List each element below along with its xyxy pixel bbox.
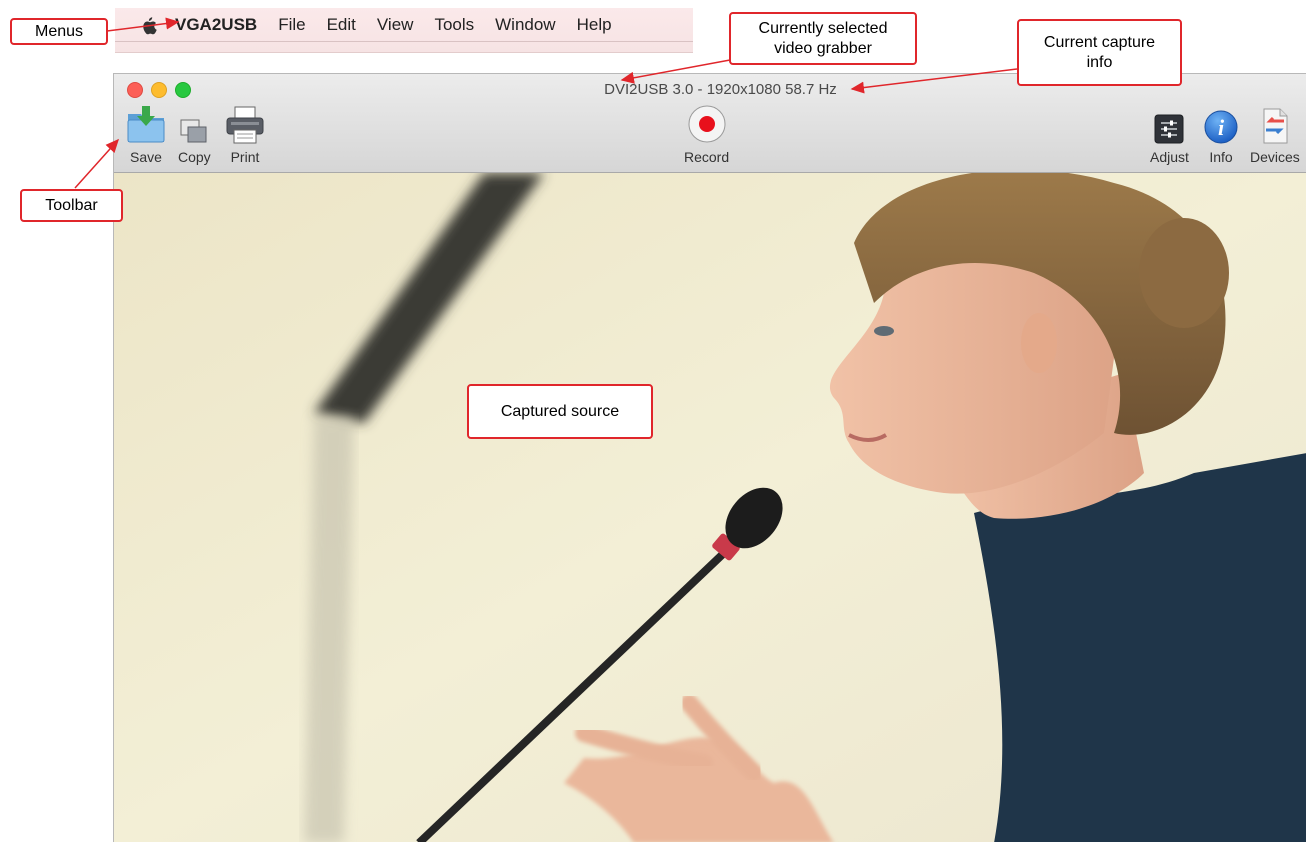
capture-window: DVI2USB 3.0 - 1920x1080 58.7 Hz Save Cop… xyxy=(113,73,1306,842)
callout-toolbar: Toolbar xyxy=(20,189,123,222)
svg-text:i: i xyxy=(1218,115,1225,140)
menu-bar: VGA2USB File Edit View Tools Window Help xyxy=(115,8,693,53)
menu-help[interactable]: Help xyxy=(577,15,612,35)
callout-capture-info-line2: info xyxy=(1086,53,1113,71)
copy-button[interactable]: Copy xyxy=(178,104,211,165)
copy-label: Copy xyxy=(178,149,211,165)
menu-bar-row: VGA2USB File Edit View Tools Window Help xyxy=(115,12,633,38)
callout-captured-source-text: Captured source xyxy=(500,402,620,420)
title-bar: DVI2USB 3.0 - 1920x1080 58.7 Hz Save Cop… xyxy=(114,74,1306,173)
callout-selected-grabber: Currently selected video grabber xyxy=(729,12,917,65)
callout-capture-info-line1: Current capture xyxy=(1043,33,1156,51)
adjust-label: Adjust xyxy=(1150,149,1189,165)
save-button[interactable]: Save xyxy=(126,104,166,165)
info-icon: i xyxy=(1204,104,1238,144)
copy-icon xyxy=(179,104,209,144)
info-button[interactable]: i Info xyxy=(1204,104,1238,165)
menu-app-vga2usb[interactable]: VGA2USB xyxy=(175,15,257,35)
devices-label: Devices xyxy=(1250,149,1300,165)
devices-icon xyxy=(1260,104,1290,144)
callout-toolbar-text: Toolbar xyxy=(45,196,98,214)
record-icon xyxy=(687,104,727,144)
apple-logo-icon[interactable] xyxy=(139,16,159,35)
info-label: Info xyxy=(1209,149,1233,165)
sliders-icon xyxy=(1154,104,1184,144)
menu-file[interactable]: File xyxy=(278,15,305,35)
captured-video-frame xyxy=(114,173,1306,842)
print-label: Print xyxy=(230,149,260,165)
callout-menus: Menus xyxy=(10,18,108,45)
record-label: Record xyxy=(684,149,730,165)
callout-capture-info: Current capture info xyxy=(1017,19,1182,86)
save-label: Save xyxy=(130,149,162,165)
printer-icon xyxy=(226,104,264,144)
adjust-button[interactable]: Adjust xyxy=(1150,104,1189,165)
print-button[interactable]: Print xyxy=(226,104,264,165)
save-folder-icon xyxy=(126,104,166,144)
callout-menus-text: Menus xyxy=(34,22,84,40)
callout-selected-grabber-line2: video grabber xyxy=(774,39,872,57)
menu-edit[interactable]: Edit xyxy=(327,15,356,35)
menu-view[interactable]: View xyxy=(377,15,414,35)
record-button[interactable]: Record xyxy=(684,104,729,165)
menu-tools[interactable]: Tools xyxy=(434,15,474,35)
menu-bar-divider xyxy=(115,41,693,42)
callout-captured-source: Captured source xyxy=(467,384,653,439)
devices-button[interactable]: Devices xyxy=(1250,104,1300,165)
menu-window[interactable]: Window xyxy=(495,15,555,35)
callout-selected-grabber-line1: Currently selected xyxy=(758,19,888,37)
